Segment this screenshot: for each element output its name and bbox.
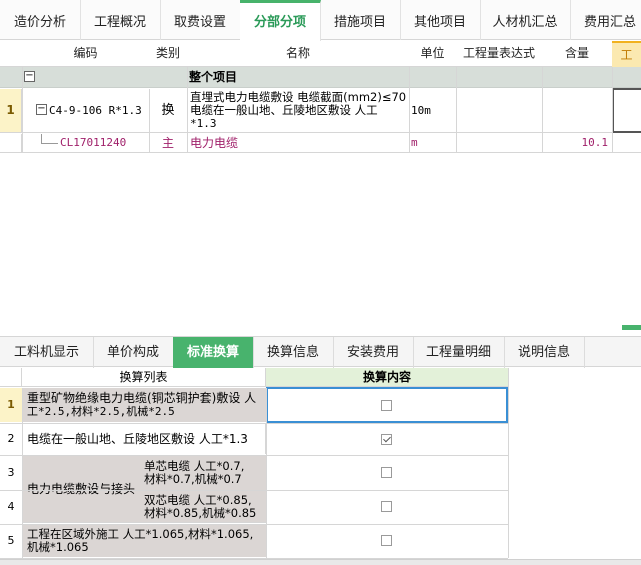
tab-measures[interactable]: 措施项目 [320,0,401,40]
row-number: 1 [0,89,22,132]
collapse-toggle-icon[interactable]: − [36,104,47,115]
tab-cost-analysis[interactable]: 造价分析 [0,0,81,40]
row-content[interactable] [542,89,612,132]
tab-conversion-info[interactable]: 换算信息 [253,337,334,368]
row-code: C4-9-106 R*1.3 [49,104,142,117]
conversion-checkbox[interactable] [381,434,392,445]
row-unit: m [411,136,418,149]
header-content[interactable]: 含量 [542,41,613,67]
table-row[interactable]: 4 [0,491,508,525]
tab-fee-summary[interactable]: 费用汇总 [570,0,641,40]
column-divider [187,67,188,153]
conversion-checkbox[interactable] [381,501,392,512]
bottom-tab-bar: 工料机显示 单价构成 标准换算 换算信息 安装费用 工程量明细 说明信息 [0,336,641,368]
table-row[interactable]: CL17011240 主 电力电缆 m 10.1 [0,134,641,153]
table-row[interactable]: 5 工程在区域外施工 人工*1.065,材料*1.065, 机械*1.065 [0,525,508,559]
tab-other-items[interactable]: 其他项目 [400,0,481,40]
tab-project-overview[interactable]: 工程概况 [80,0,161,40]
table-row[interactable]: 2 电缆在一般山地、丘陵地区敷设 人工*1.3 [0,424,508,456]
column-divider [508,368,509,558]
column-divider [612,67,613,153]
row-qty-expression[interactable] [457,89,541,132]
table-row[interactable]: 1 − C4-9-106 R*1.3 换 直埋式电力电缆敷设 电缆截面(mm2)… [0,88,641,133]
tab-labor-material-display[interactable]: 工料机显示 [0,337,94,368]
row-number: 2 [0,424,23,454]
tab-quantity-detail[interactable]: 工程量明细 [413,337,505,368]
table-row[interactable]: 1 重型矿物绝缘电力电缆(铜芯铜护套)敷设 人 工*2.5,材料*2.5,机械*… [0,387,508,424]
row-number: 1 [0,388,23,422]
tab-labor-material-summary[interactable]: 人材机汇总 [480,0,571,40]
header-conversion-content[interactable]: 换算内容 [266,368,508,386]
header-name[interactable]: 名称 [187,41,410,67]
row-type: 换 [161,103,175,118]
header-conversion-list[interactable]: 换算列表 [22,368,266,386]
row-unit: 10m [411,104,431,117]
tree-connector [41,134,42,143]
splitter-handle[interactable] [622,325,641,330]
row-type: 主 [161,136,174,150]
header-corner [0,41,23,67]
row-number: 3 [0,456,23,489]
conversion-checkbox[interactable] [381,535,392,546]
tab-sub-items[interactable]: 分部分项 [240,0,321,43]
row-code: CL17011240 [60,136,127,149]
conversion-item: 重型矿物绝缘电力电缆(铜芯铜护套)敷设 人 工*2.5,材料*2.5,机械*2.… [22,388,266,422]
row-name: 电力电缆 [190,136,239,150]
table-row[interactable]: 3 [0,456,508,491]
conversion-item: 工程在区域外施工 人工*1.065,材料*1.065, 机械*1.065 [22,525,266,557]
tab-description[interactable]: 说明信息 [504,337,585,368]
group-row-whole-project[interactable]: − 整个项目 [0,67,641,88]
collapse-toggle-icon[interactable]: − [24,71,35,82]
header-code[interactable]: 编码 [22,41,150,67]
column-divider [22,388,23,558]
header-corner [0,368,22,386]
lower-header-row: 换算列表 换算内容 [0,368,508,387]
header-unit[interactable]: 单位 [409,41,457,67]
column-divider [149,89,150,153]
column-divider [542,67,543,153]
row-number: 5 [0,525,23,557]
header-qty-expression[interactable]: 工程量表达式 [456,41,543,67]
tree-connector [41,143,58,144]
tab-fee-settings[interactable]: 取费设置 [160,0,241,40]
row-number: 4 [0,491,23,523]
tab-unit-price-composition[interactable]: 单价构成 [93,337,174,368]
column-divider [456,67,457,153]
column-divider [22,67,23,153]
conversion-checkbox[interactable] [381,467,392,478]
group-label: 整个项目 [189,70,238,84]
horizontal-scrollbar[interactable] [0,559,641,565]
top-tab-bar: 造价分析 工程概况 取费设置 分部分项 措施项目 其他项目 人材机汇总 费用汇总 [0,0,641,43]
selected-cell[interactable] [612,88,641,133]
conversion-checkbox[interactable] [381,400,392,411]
column-divider [266,388,267,558]
header-extra[interactable]: 工 [612,41,641,69]
row-content: 10.1 [581,136,609,149]
header-type[interactable]: 类别 [149,41,188,67]
row-name: 直埋式电力电缆敷设 电缆截面(mm2)≤70 电缆在一般山地、丘陵地区敷设 人工… [190,90,407,131]
conversion-item: 电缆在一般山地、丘陵地区敷设 人工*1.3 [22,424,266,454]
tab-standard-conversion[interactable]: 标准换算 [173,337,254,368]
row-number [0,134,22,152]
column-divider [409,67,410,153]
tab-install-fee[interactable]: 安装费用 [333,337,414,368]
